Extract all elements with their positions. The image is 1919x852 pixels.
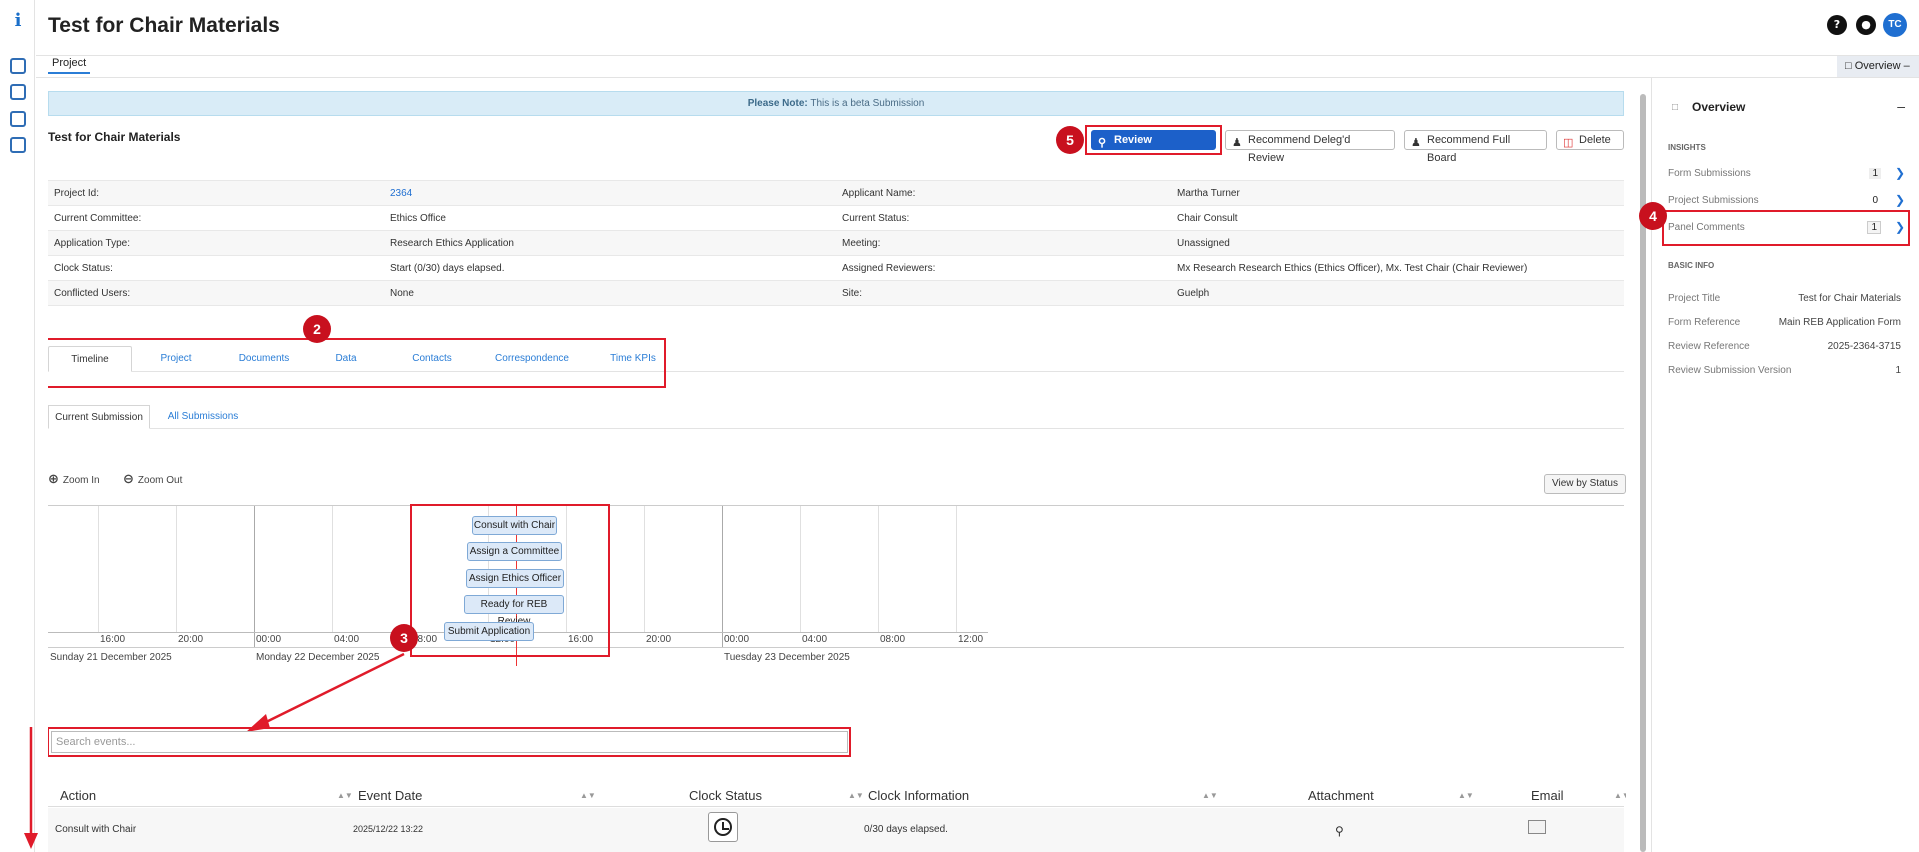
info-row: Conflicted Users: None Site: Guelph [48,281,1624,306]
paperclip-icon[interactable]: ⚲ [1335,824,1344,838]
person-icon: ♟ [1232,137,1242,149]
tab-overview[interactable]: □ Overview – [1837,56,1919,77]
project-title: Test for Chair Materials [48,130,181,144]
trash-icon: ◫ [1563,137,1574,149]
zoom-out-icon: ⊖ [123,472,134,487]
bell-icon[interactable]: ● [1856,15,1876,35]
page-title: Test for Chair Materials [48,14,280,37]
help-icon[interactable]: ? [1827,15,1847,35]
callout-panel-comments [1662,210,1910,246]
top-tabstrip: Project □ Overview – [36,56,1919,78]
tab-all-submissions[interactable]: All Submissions [160,405,246,429]
group-icon: ♟ [1411,137,1421,149]
project-info-table: Project Id: 2364 Applicant Name: Martha … [48,180,1624,306]
info-row: Clock Status: Start (0/30) days elapsed.… [48,256,1624,281]
callout-badge-2: 2 [303,315,331,343]
email-icon[interactable] [1528,820,1546,834]
info-row: Current Committee: Ethics Office Current… [48,206,1624,231]
events-table-header: Action ▲▼ Event Date ▲▼ Clock Status ▲▼ Clo… [48,783,1626,807]
col-attachment[interactable]: Attachment [1308,788,1374,803]
beta-notice: Please Note: This is a beta Submission [48,91,1624,116]
documents-nav-icon[interactable] [10,58,26,74]
table-row[interactable]: Consult with Chair 2025/12/22 13:22 0/30… [48,808,1624,852]
tab-current-submission[interactable]: Current Submission [48,405,150,429]
callout-timeline-events [410,504,610,657]
info-row: Project Id: 2364 Applicant Name: Martha … [48,181,1624,206]
zoom-in-icon: ⊕ [48,472,59,487]
monitor-nav-icon[interactable] [10,84,26,100]
view-by-status-button[interactable]: View by Status [1544,474,1626,494]
recommend-delegated-review-button[interactable]: ♟ Recommend Deleg'd Review [1225,130,1395,164]
callout-review-button [1085,125,1222,155]
col-action[interactable]: Action [60,788,96,803]
info-row: Application Type: Research Ethics Applic… [48,231,1624,256]
zoom-in-button[interactable]: ⊕ Zoom In [48,472,100,487]
chevron-right-icon[interactable]: ❯ [1895,166,1905,180]
callout-badge-5: 5 [1056,126,1084,154]
col-event-date[interactable]: Event Date [358,788,422,803]
arrow-down-scroll [24,727,38,849]
project-id-link[interactable]: 2364 [390,188,412,199]
document-icon: □ [1672,102,1679,113]
page-header: Test for Chair Materials ? ● TC [36,0,1919,56]
insight-project-submissions[interactable]: Project Submissions [1668,195,1759,206]
callout-badge-4: 4 [1639,202,1667,230]
main-scrollbar[interactable] [1638,82,1648,852]
delete-button[interactable]: ◫ Delete [1556,130,1624,150]
clock-icon[interactable] [708,812,738,842]
overview-panel: □ Overview – INSIGHTS Form Submissions 1… [1639,78,1919,852]
tab-project[interactable]: Project [48,57,91,74]
chevron-right-icon[interactable]: ❯ [1895,193,1905,207]
col-clock-status[interactable]: Clock Status [689,788,762,803]
callout-section-tabs [48,338,666,388]
collapse-icon[interactable]: – [1897,98,1905,114]
recommend-full-board-button[interactable]: ♟ Recommend Full Board [1404,130,1547,164]
callout-search [48,727,851,757]
zoom-out-button[interactable]: ⊖ Zoom Out [123,472,182,487]
contacts-nav-icon[interactable] [10,111,26,127]
overview-title: Overview [1692,100,1746,114]
col-clock-information[interactable]: Clock Information [868,788,969,803]
avatar[interactable]: TC [1883,13,1907,37]
col-email[interactable]: Email [1531,788,1564,803]
insight-form-submissions[interactable]: Form Submissions [1668,168,1751,179]
clipboard-nav-icon[interactable] [10,137,26,153]
main-content: Please Note: This is a beta Submission T… [48,78,1626,852]
submission-tabs: Current Submission All Submissions [48,405,1624,429]
app-logo[interactable]: i [11,10,25,31]
timeline-chart: 16:00 20:00 00:00 04:00 08:00 12:00 16:0… [48,505,1624,666]
